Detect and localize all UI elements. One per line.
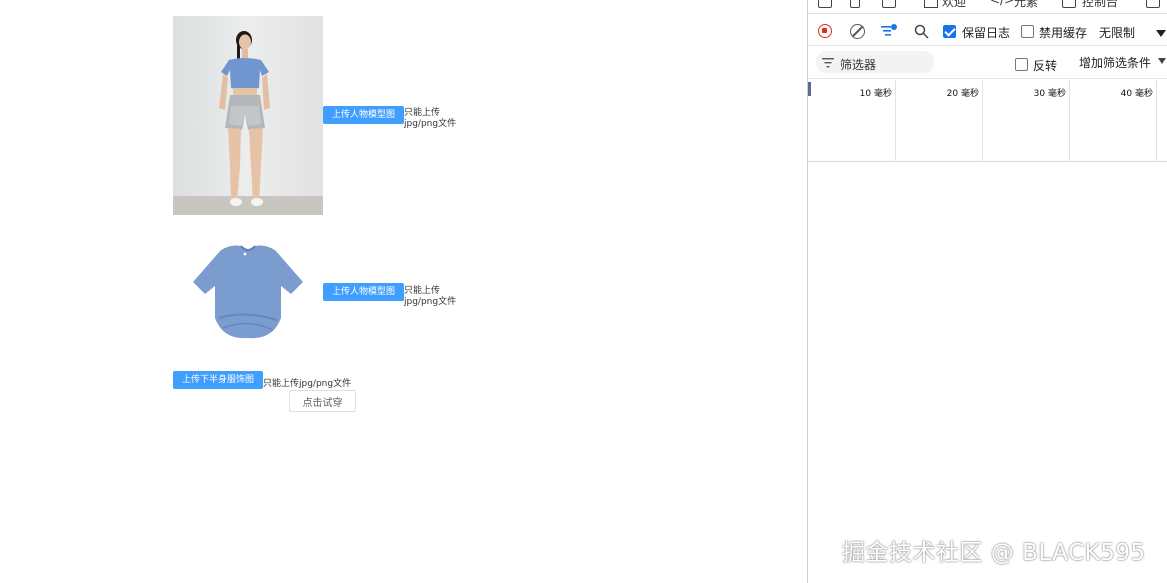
watermark: 掘金技术社区 @ BLACK595 — [842, 540, 1146, 566]
invert-checkbox[interactable] — [1015, 58, 1028, 71]
device-toolbar-icon[interactable] — [850, 0, 860, 8]
chevron-down-icon[interactable] — [1156, 30, 1166, 37]
timeline-col-2: 20 毫秒 — [896, 80, 983, 162]
preserve-log-label: 保留日志 — [962, 26, 1011, 40]
app-page: 上传人物模型图 只能上传 jpg/png文件 上传人物模型图 只能上传 jpg/… — [0, 0, 807, 583]
timeline-col-4: 40 毫秒 — [1070, 80, 1157, 162]
more-filters-chevron-icon[interactable] — [1158, 58, 1166, 64]
try-on-button[interactable]: 点击试穿 — [289, 390, 356, 412]
code-icon: </> — [990, 0, 1015, 7]
timeline-tick-label: 10 毫秒 — [859, 89, 892, 99]
upload-top-tip-line1: 只能上传 — [404, 286, 441, 296]
network-filter-bar: 筛选器 反转 增加筛选条件 — [808, 47, 1167, 79]
timeline-tick-label: 20 毫秒 — [946, 89, 979, 99]
tab-elements[interactable]: 元素 — [1014, 0, 1038, 10]
timeline-tick-label: 40 毫秒 — [1120, 89, 1153, 99]
model-photo-preview — [173, 16, 323, 215]
disable-cache-label: 禁用缓存 — [1039, 26, 1088, 40]
upload-bottom-tip: 只能上传jpg/png文件 — [263, 379, 352, 389]
timeline-tick-label: 30 毫秒 — [1033, 89, 1066, 99]
preserve-log-checkbox[interactable] — [943, 25, 956, 38]
model-person-image — [173, 16, 323, 215]
disable-cache-checkbox[interactable] — [1021, 25, 1034, 38]
inspect-element-icon[interactable] — [818, 0, 832, 8]
dock-side-icon[interactable] — [882, 0, 896, 8]
timeline-col-3: 30 毫秒 — [983, 80, 1070, 162]
filter-icon — [822, 58, 834, 68]
upload-model-tip-line1: 只能上传 — [404, 108, 441, 118]
clear-icon[interactable] — [850, 24, 865, 39]
record-stop-icon[interactable] — [818, 24, 832, 38]
upload-top-tip: 只能上传 jpg/png文件 — [404, 286, 456, 308]
upload-model-photo-button[interactable]: 上传人物模型图 — [323, 106, 404, 124]
upload-top-garment-button[interactable]: 上传人物模型图 — [323, 283, 404, 301]
console-icon — [1062, 0, 1076, 8]
invert-label: 反转 — [1033, 59, 1058, 73]
more-tabs-icon[interactable] — [1146, 0, 1160, 8]
timeline-col-1: 10 毫秒 — [808, 80, 896, 162]
tshirt-image — [193, 245, 303, 339]
network-toolbar: 保留日志 禁用缓存 无限制 — [808, 18, 1167, 46]
devtools-panel: 欢迎 </> 元素 控制台 保留日志 禁用缓存 无限制 筛选器 反转 增加筛选条… — [807, 0, 1167, 583]
upload-model-tip-line2: jpg/png文件 — [404, 119, 457, 129]
home-icon — [924, 0, 938, 8]
more-filters-dropdown[interactable]: 增加筛选条件 — [1079, 54, 1151, 71]
tab-console[interactable]: 控制台 — [1082, 0, 1118, 10]
top-garment-preview — [173, 232, 323, 352]
devtools-tab-strip: 欢迎 </> 元素 控制台 — [808, 0, 1167, 14]
upload-top-tip-line2: jpg/png文件 — [404, 297, 457, 307]
filter-placeholder: 筛选器 — [840, 58, 877, 72]
upload-bottom-garment-button[interactable]: 上传下半身服饰图 — [173, 371, 263, 389]
network-timeline-overview: 10 毫秒 20 毫秒 30 毫秒 40 毫秒 — [808, 80, 1167, 162]
tab-welcome[interactable]: 欢迎 — [942, 0, 966, 10]
search-icon[interactable] — [914, 24, 929, 39]
network-settings-icon[interactable] — [881, 24, 897, 38]
throttling-select[interactable]: 无限制 — [1099, 24, 1135, 41]
upload-model-tip: 只能上传 jpg/png文件 — [404, 108, 456, 130]
